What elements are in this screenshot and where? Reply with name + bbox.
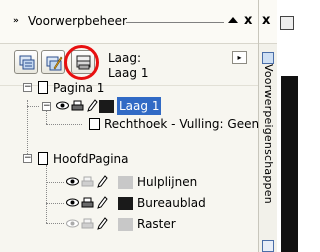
printer-icon[interactable] bbox=[71, 100, 84, 112]
page-icon bbox=[38, 152, 48, 165]
layers-properties-icon bbox=[19, 55, 35, 70]
eye-icon[interactable] bbox=[66, 197, 79, 208]
pencil-icon[interactable] bbox=[97, 196, 108, 209]
object-manager-tab-icon[interactable] bbox=[262, 240, 274, 252]
pencil-icon[interactable] bbox=[97, 175, 108, 188]
tree-item-desktop-layer[interactable]: Bureaublad bbox=[0, 194, 258, 212]
layer-color-swatch[interactable] bbox=[99, 100, 114, 113]
printer-icon[interactable] bbox=[81, 176, 94, 188]
tree-item-master-page[interactable]: − HoofdPagina bbox=[0, 150, 258, 168]
layer-name: Bureaublad bbox=[137, 196, 206, 210]
canvas-area[interactable] bbox=[281, 76, 298, 252]
collapse-toggle[interactable]: − bbox=[23, 83, 32, 92]
tab-object-properties[interactable]: Voorwerpeigenschappen bbox=[262, 64, 275, 204]
show-properties-button[interactable] bbox=[14, 50, 38, 74]
collapse-toggle[interactable]: − bbox=[42, 102, 51, 111]
layer-color-swatch[interactable] bbox=[118, 197, 133, 210]
tree-item-object[interactable]: Rechthoek - Vulling: Geen bbox=[0, 115, 260, 133]
expand-chevron-icon[interactable]: » bbox=[13, 16, 19, 26]
close-button[interactable]: x bbox=[244, 13, 252, 28]
layer-color-swatch[interactable] bbox=[118, 176, 133, 189]
docker-menu-button[interactable]: ▸ bbox=[232, 51, 247, 64]
object-properties-tab-icon[interactable] bbox=[262, 52, 274, 64]
edit-layers-icon bbox=[46, 56, 63, 71]
object-manager-docker: » Voorwerpbeheer x x Laag: Laag 1 ▸ − Pa… bbox=[0, 0, 277, 252]
layer-name: Raster bbox=[137, 217, 176, 231]
tree-item-grid-layer[interactable]: Raster bbox=[0, 215, 258, 233]
toolbar-icon[interactable] bbox=[280, 16, 294, 30]
printer-icon[interactable] bbox=[81, 197, 94, 209]
object-tree: − Pagina 1 − Laag 1 Rechthoek - Vulling:… bbox=[0, 81, 260, 252]
rectangle-object-icon bbox=[89, 118, 100, 130]
tree-item-page-1[interactable]: − Pagina 1 bbox=[0, 79, 258, 97]
docker-title: Voorwerpbeheer bbox=[28, 14, 127, 28]
page-icon bbox=[38, 81, 48, 94]
collapse-toggle[interactable]: − bbox=[23, 154, 32, 163]
current-layer-label: Laag: Laag 1 bbox=[108, 51, 148, 81]
layer-color-swatch[interactable] bbox=[118, 218, 133, 231]
titlebar-grip bbox=[126, 22, 224, 23]
docker-titlebar[interactable]: » Voorwerpbeheer x bbox=[0, 0, 277, 44]
close-all-button[interactable]: x bbox=[262, 13, 270, 28]
eye-icon[interactable] bbox=[56, 100, 69, 111]
pencil-icon[interactable] bbox=[87, 99, 98, 112]
highlight-circle bbox=[64, 45, 99, 80]
tree-item-guides-layer[interactable]: Hulplijnen bbox=[0, 173, 258, 191]
tree-item-layer-1[interactable]: − Laag 1 bbox=[0, 97, 258, 115]
page-name: HoofdPagina bbox=[53, 152, 129, 166]
pencil-icon[interactable] bbox=[97, 217, 108, 230]
eye-icon[interactable] bbox=[66, 176, 79, 187]
eye-icon[interactable] bbox=[66, 218, 79, 229]
page-name: Pagina 1 bbox=[53, 81, 105, 95]
current-layer-caption: Laag: bbox=[108, 51, 142, 65]
collapse-arrow-icon[interactable] bbox=[228, 17, 238, 23]
object-name: Rechthoek - Vulling: Geen bbox=[104, 117, 260, 131]
edit-across-layers-button[interactable] bbox=[41, 50, 65, 74]
layer-name: Hulplijnen bbox=[137, 175, 198, 189]
printer-icon[interactable] bbox=[81, 218, 94, 230]
layer-name: Laag 1 bbox=[117, 97, 162, 115]
